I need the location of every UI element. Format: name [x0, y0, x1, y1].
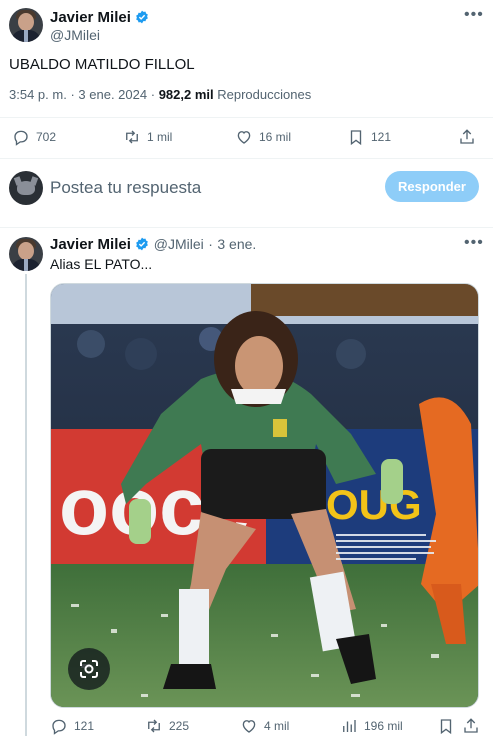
- retweet-button[interactable]: 1 mil: [123, 128, 172, 146]
- reply-input[interactable]: Postea tu respuesta: [50, 178, 201, 198]
- share-icon: [460, 129, 474, 144]
- reply-icon: [14, 130, 28, 146]
- retweet-count: 1 mil: [147, 130, 173, 144]
- divider: [0, 227, 493, 228]
- tweet-date[interactable]: 3 ene. 2024: [78, 87, 147, 102]
- author-handle[interactable]: @JMilei: [50, 27, 100, 43]
- retweet-icon: [148, 719, 160, 733]
- bookmark-button[interactable]: 121: [347, 128, 391, 146]
- verified-badge-icon: [136, 10, 149, 24]
- heart-icon: [242, 720, 256, 733]
- reply-count: 702: [36, 130, 57, 144]
- reply-like-count: 4 mil: [264, 719, 290, 733]
- reply-author-avatar[interactable]: [9, 237, 43, 271]
- share-icon: [464, 718, 478, 733]
- tweet-time[interactable]: 3:54 p. m.: [9, 87, 67, 102]
- reply-author-handle[interactable]: @JMilei: [154, 236, 204, 252]
- reply-reply-button[interactable]: 121: [50, 717, 94, 735]
- image-lens-button[interactable]: [68, 648, 110, 690]
- tweet-photo[interactable]: ooce OUG: [50, 283, 479, 708]
- views-label: Reproducciones: [217, 87, 312, 102]
- share-button[interactable]: [458, 128, 476, 146]
- reply-more-options-icon[interactable]: •••: [464, 234, 484, 252]
- heart-icon: [237, 131, 251, 144]
- reply-share-button[interactable]: [462, 717, 480, 735]
- reply-retweet-button[interactable]: 225: [145, 717, 189, 735]
- retweet-icon: [126, 130, 138, 144]
- reply-icon: [52, 719, 66, 735]
- divider: [0, 117, 493, 118]
- reply-button[interactable]: 702: [12, 128, 56, 146]
- author-avatar[interactable]: [9, 8, 43, 42]
- reply-views-count: 196 mil: [364, 719, 403, 733]
- reply-views-button[interactable]: 196 mil: [340, 717, 403, 735]
- reply-like-button[interactable]: 4 mil: [240, 717, 289, 735]
- reply-date[interactable]: 3 ene.: [217, 236, 256, 252]
- bookmark-count: 121: [371, 130, 392, 144]
- views-count: 982,2 mil: [158, 87, 214, 102]
- image-lens-icon: [80, 660, 98, 678]
- bookmark-icon: [440, 719, 452, 735]
- reply-reply-count: 121: [74, 719, 95, 733]
- user-avatar[interactable]: [9, 171, 43, 205]
- reply-text: Alias EL PATO...: [50, 256, 153, 272]
- more-options-icon[interactable]: •••: [464, 6, 484, 24]
- reply-bookmark-button[interactable]: [437, 717, 455, 735]
- tweet-text: UBALDO MATILDO FILLOL: [9, 56, 195, 73]
- reply-author-name[interactable]: Javier Milei: [50, 236, 131, 253]
- author-name[interactable]: Javier Milei: [50, 9, 131, 26]
- thread-line: [25, 274, 27, 736]
- like-button[interactable]: 16 mil: [235, 128, 291, 146]
- reply-submit-button[interactable]: Responder: [385, 171, 479, 202]
- verified-badge-icon: [136, 237, 149, 251]
- divider: [0, 158, 493, 159]
- author-name-row[interactable]: Javier Milei: [50, 9, 149, 27]
- photo-sign-text: OUG: [326, 481, 422, 528]
- reply-retweet-count: 225: [169, 719, 190, 733]
- analytics-icon: [343, 720, 356, 732]
- reply-header: Javier Milei @JMilei · 3 ene.: [50, 236, 257, 253]
- bookmark-icon: [350, 130, 362, 146]
- like-count: 16 mil: [259, 130, 292, 144]
- goalkeeper-photo-image: ooce OUG: [51, 284, 478, 707]
- tweet-meta: 3:54 p. m. · 3 ene. 2024 · 982,2 mil Rep…: [9, 87, 312, 102]
